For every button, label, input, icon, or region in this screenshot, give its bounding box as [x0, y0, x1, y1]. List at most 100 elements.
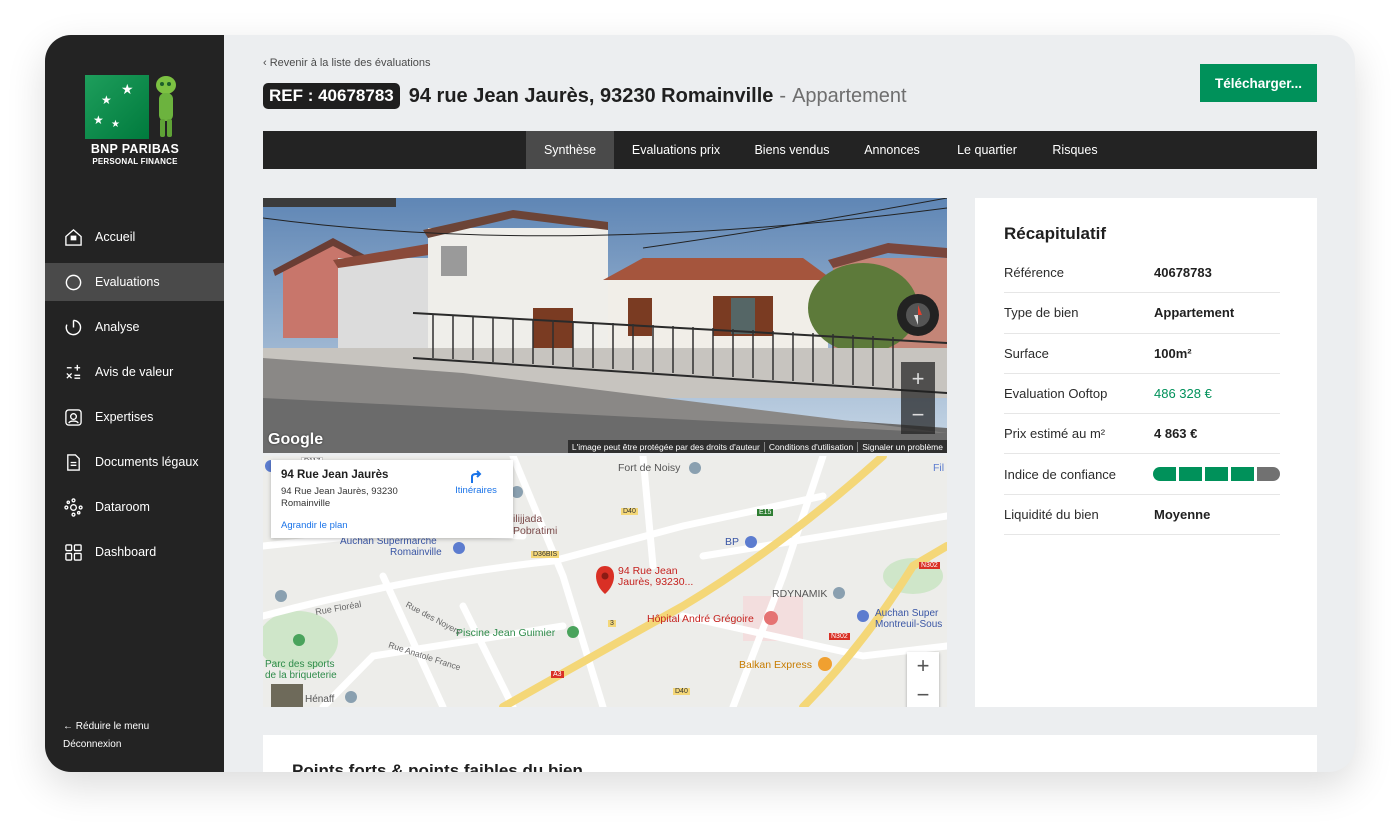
summary-value: Appartement: [1154, 305, 1235, 321]
confidence-segment: [1257, 467, 1280, 482]
reference-badge: REF : 40678783: [263, 83, 400, 109]
sidebar-item-avis-de-valeur[interactable]: Avis de valeur: [45, 353, 224, 391]
road-badge: N302: [919, 562, 940, 569]
tab-synthese[interactable]: Synthèse: [526, 131, 614, 169]
map-label-montreuil: Montreuil-Sous: [875, 619, 943, 630]
map-label-parc-line1: Parc des sports: [265, 659, 335, 670]
document-icon: [64, 453, 83, 472]
street-view-zoom-out-button[interactable]: −: [901, 398, 935, 434]
sidebar-item-accueil[interactable]: Accueil: [45, 218, 224, 256]
tab-annonces[interactable]: Annonces: [846, 131, 938, 169]
sidebar-item-label: Avis de valeur: [95, 365, 174, 379]
tab-bar: Synthèse Evaluations prix Biens vendus A…: [263, 131, 1317, 169]
download-button[interactable]: Télécharger...: [1200, 64, 1317, 102]
sidebar-item-expertises[interactable]: Expertises: [45, 398, 224, 436]
brand-logo[interactable]: ★ ★ ★ ★ BNP PARIBAS PERSONAL FINANCE: [83, 73, 187, 169]
map-info-card: 94 Rue Jean Jaurès 94 Rue Jean Jaurès, 9…: [271, 460, 513, 538]
confidence-segment: [1153, 467, 1176, 482]
map-label-fil: Fil: [933, 462, 945, 474]
summary-value: 40678783: [1154, 265, 1212, 281]
map-label-rdynamik: RDYNAMIK: [772, 588, 828, 600]
map-label-fort: Fort de Noisy: [618, 462, 681, 474]
summary-label: Prix estimé au m²: [1004, 426, 1106, 442]
summary-row-price-per-m2: Prix estimé au m² 4 863 €: [1004, 414, 1280, 455]
sidebar-item-label: Documents légaux: [95, 455, 199, 469]
summary-card: Récapitulatif Référence 40678783 Type de…: [975, 198, 1317, 707]
map-label-auchan-super: Auchan Super: [875, 608, 939, 619]
map-label-ilijjada: ilijjada: [513, 513, 543, 525]
confidence-segment: [1231, 467, 1254, 482]
road-badge: D40: [673, 688, 690, 695]
chevron-left-icon: ‹: [263, 57, 270, 69]
summary-value: 4 863 €: [1154, 426, 1198, 442]
summary-value: 100m²: [1154, 345, 1192, 361]
summary-label: Evaluation Ooftop: [1004, 386, 1108, 402]
directions-label: Itinéraires: [455, 485, 497, 496]
tab-biens-vendus[interactable]: Biens vendus: [738, 131, 846, 169]
sidebar-item-evaluations[interactable]: Evaluations: [45, 263, 224, 301]
map-zoom-out-button[interactable]: −: [907, 681, 939, 707]
road-badge: 3: [608, 620, 616, 627]
map-label-hopital: Hôpital André Grégoire: [647, 613, 754, 625]
confidence-segment: [1179, 467, 1202, 482]
google-logo: Google: [268, 431, 324, 448]
map-zoom-in-button[interactable]: +: [907, 652, 939, 681]
dashboard-icon: [64, 543, 83, 562]
map-panel[interactable]: Fort de Noisy Fil ilijjada Pobratimi Auc…: [263, 456, 947, 707]
summary-title: Récapitulatif: [1004, 224, 1107, 243]
reduce-menu-link[interactable]: ← Réduire le menu: [63, 718, 149, 736]
street-view-image: [263, 198, 947, 453]
sidebar-item-documents-legaux[interactable]: Documents légaux: [45, 443, 224, 481]
street-view-footer: L'image peut être protégée par des droit…: [567, 440, 947, 453]
home-icon: [64, 228, 83, 247]
street-view-zoom: + −: [901, 362, 935, 434]
directions-button[interactable]: Itinéraires: [451, 466, 501, 496]
network-icon: [64, 497, 83, 517]
summary-label: Type de bien: [1004, 305, 1079, 321]
report-problem-link[interactable]: Signaler un problème: [857, 441, 947, 452]
terms-link[interactable]: Conditions d'utilisation: [763, 441, 857, 452]
brand-subname: PERSONAL FINANCE: [92, 157, 178, 166]
strengths-weaknesses-card: Points forts & points faibles du bien: [263, 735, 1317, 772]
sidebar-item-dashboard[interactable]: Dashboard: [45, 533, 224, 571]
summary-value: Moyenne: [1154, 506, 1211, 522]
arrow-left-icon: ←: [63, 721, 76, 732]
sidebar: ★ ★ ★ ★ BNP PARIBAS PERSONAL FINANCE Acc…: [45, 35, 224, 772]
map-label-romainville: Romainville: [390, 547, 442, 558]
back-to-list-link[interactable]: ‹ Revenir à la liste des évaluations: [263, 57, 431, 69]
map-label-parc-line2: de la briqueterie: [265, 670, 337, 681]
expert-icon: [64, 408, 83, 427]
sidebar-footer: ← Réduire le menu Déconnexion: [63, 718, 149, 754]
app-window: ★ ★ ★ ★ BNP PARIBAS PERSONAL FINANCE Acc…: [45, 35, 1355, 772]
tab-risques[interactable]: Risques: [1036, 131, 1114, 169]
sidebar-item-dataroom[interactable]: Dataroom: [45, 488, 224, 526]
sidebar-item-analyse[interactable]: Analyse: [45, 308, 224, 346]
summary-row-reference: Référence 40678783: [1004, 253, 1280, 294]
copyright-notice: L'image peut être protégée par des droit…: [571, 441, 760, 452]
confidence-segment: [1205, 467, 1228, 482]
map-label-bp: BP: [725, 536, 740, 548]
map-label-henaff: Hénaff: [305, 694, 335, 705]
compass-icon[interactable]: [897, 294, 939, 336]
enlarge-map-link[interactable]: Agrandir le plan: [281, 520, 348, 531]
summary-label: Indice de confiance: [1004, 466, 1117, 482]
map-label-pobratimi: Pobratimi: [513, 525, 558, 537]
sidebar-item-label: Dashboard: [95, 545, 157, 559]
sidebar-item-label: Expertises: [95, 410, 154, 424]
tab-evaluations-prix[interactable]: Evaluations prix: [614, 131, 738, 169]
street-view-zoom-in-button[interactable]: +: [901, 362, 935, 398]
search-icon: [64, 273, 83, 292]
street-view-panel[interactable]: Google L'image peut être protégée par de…: [263, 198, 947, 453]
summary-label: Surface: [1004, 345, 1049, 361]
road-badge: D40: [621, 508, 638, 515]
summary-table: Référence 40678783 Type de bien Appartem…: [1004, 253, 1280, 536]
sidebar-item-label: Evaluations: [95, 275, 160, 289]
logo-square: ★ ★ ★ ★: [85, 75, 149, 139]
sidebar-item-label: Dataroom: [95, 500, 150, 514]
sidebar-item-label: Accueil: [95, 230, 136, 244]
map-zoom-controls: + −: [907, 652, 939, 707]
summary-row-type: Type de bien Appartement: [1004, 293, 1280, 334]
tab-le-quartier[interactable]: Le quartier: [938, 131, 1036, 169]
logout-link[interactable]: Déconnexion: [63, 736, 149, 754]
summary-label: Liquidité du bien: [1004, 506, 1099, 522]
